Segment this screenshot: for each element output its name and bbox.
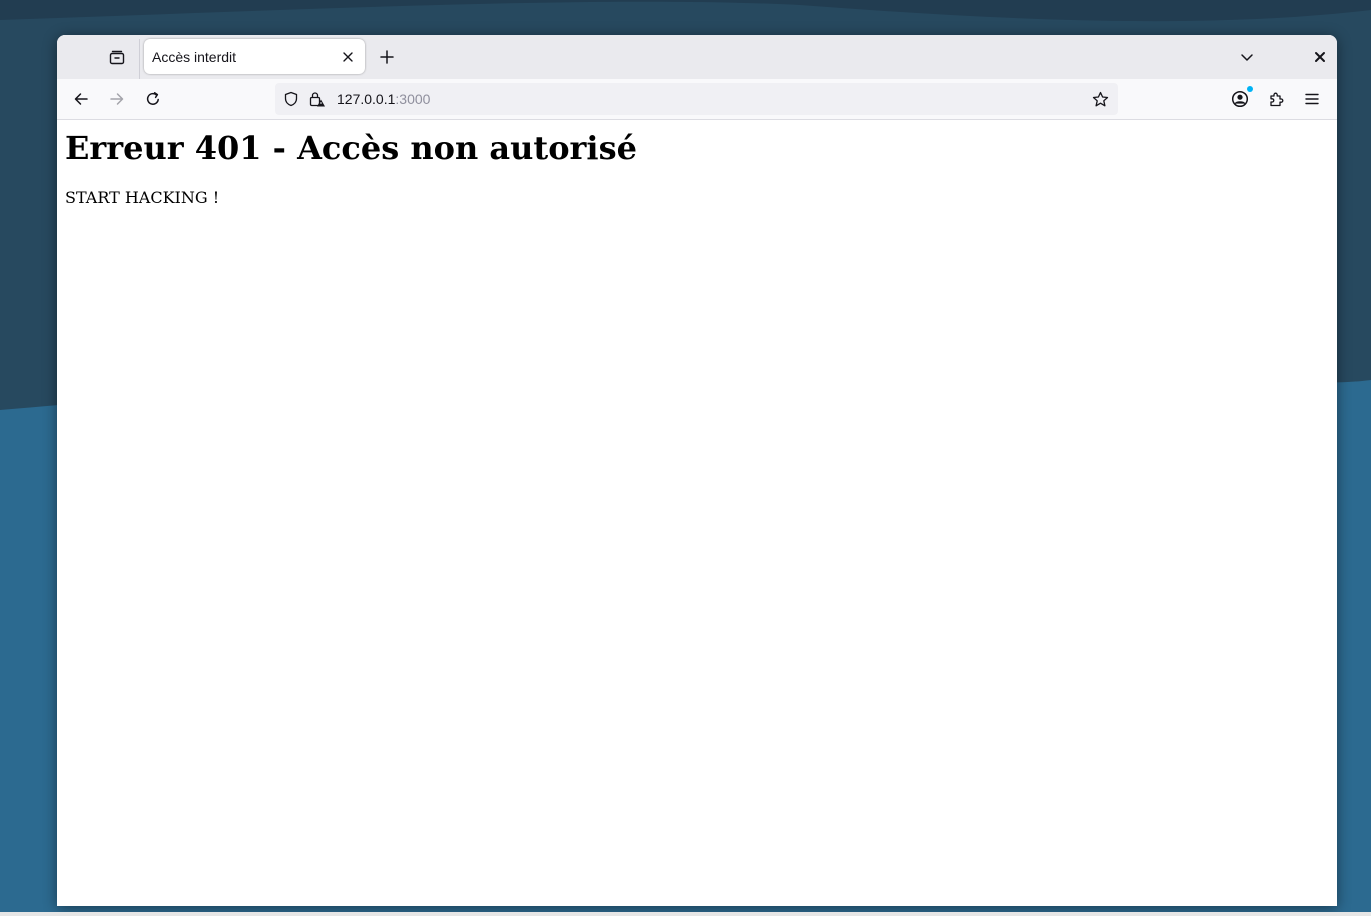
- page-message: START HACKING !: [65, 188, 220, 207]
- notification-dot: [1247, 86, 1253, 92]
- app-menu-button[interactable]: [1296, 83, 1328, 115]
- account-icon: [1231, 90, 1249, 108]
- browser-window: Accès interdit 127.0.0.1:3000 Erreur 401…: [57, 35, 1337, 906]
- tab-title: Accès interdit: [152, 49, 237, 65]
- back-button[interactable]: [65, 83, 97, 115]
- chevron-down-icon: [1241, 54, 1253, 61]
- tab-overview-button[interactable]: [101, 42, 133, 74]
- hamburger-menu-icon: [1305, 93, 1319, 105]
- list-all-tabs-button[interactable]: [1232, 42, 1262, 72]
- puzzle-icon: [1269, 92, 1283, 106]
- page-content: Erreur 401 - Accès non autorisé START HA…: [57, 120, 1337, 906]
- url-text[interactable]: 127.0.0.1:3000: [337, 91, 430, 107]
- account-button[interactable]: [1224, 83, 1256, 115]
- forward-button[interactable]: [101, 83, 133, 115]
- tab-divider: [139, 39, 140, 79]
- navigation-toolbar: 127.0.0.1:3000: [57, 79, 1337, 120]
- arrow-left-icon: [74, 93, 88, 105]
- site-security-button[interactable]: [308, 90, 326, 108]
- new-tab-button[interactable]: [372, 42, 402, 72]
- tab-overview-icon: [109, 50, 125, 65]
- tab-close-button[interactable]: [337, 46, 359, 68]
- star-icon: [1092, 91, 1108, 106]
- url-bar[interactable]: 127.0.0.1:3000: [275, 83, 1118, 115]
- lock-warning-icon: [309, 92, 325, 107]
- close-icon: [343, 52, 353, 62]
- tab-bar: Accès interdit: [57, 35, 1337, 79]
- tab-active[interactable]: Accès interdit: [144, 39, 365, 74]
- arrow-right-icon: [110, 93, 124, 105]
- tracking-protection-button[interactable]: [282, 90, 300, 108]
- window-close-button[interactable]: [1307, 44, 1333, 70]
- reload-button[interactable]: [137, 83, 169, 115]
- taskbar-edge: [0, 912, 1371, 916]
- bookmark-button[interactable]: [1088, 87, 1112, 111]
- plus-icon: [380, 50, 394, 64]
- reload-icon: [146, 92, 159, 105]
- close-icon: [1315, 52, 1325, 62]
- page-title: Erreur 401 - Accès non autorisé: [65, 129, 637, 167]
- shield-icon: [284, 91, 298, 107]
- url-host: 127.0.0.1: [337, 91, 396, 107]
- url-port: :3000: [395, 91, 431, 107]
- extensions-button[interactable]: [1260, 83, 1292, 115]
